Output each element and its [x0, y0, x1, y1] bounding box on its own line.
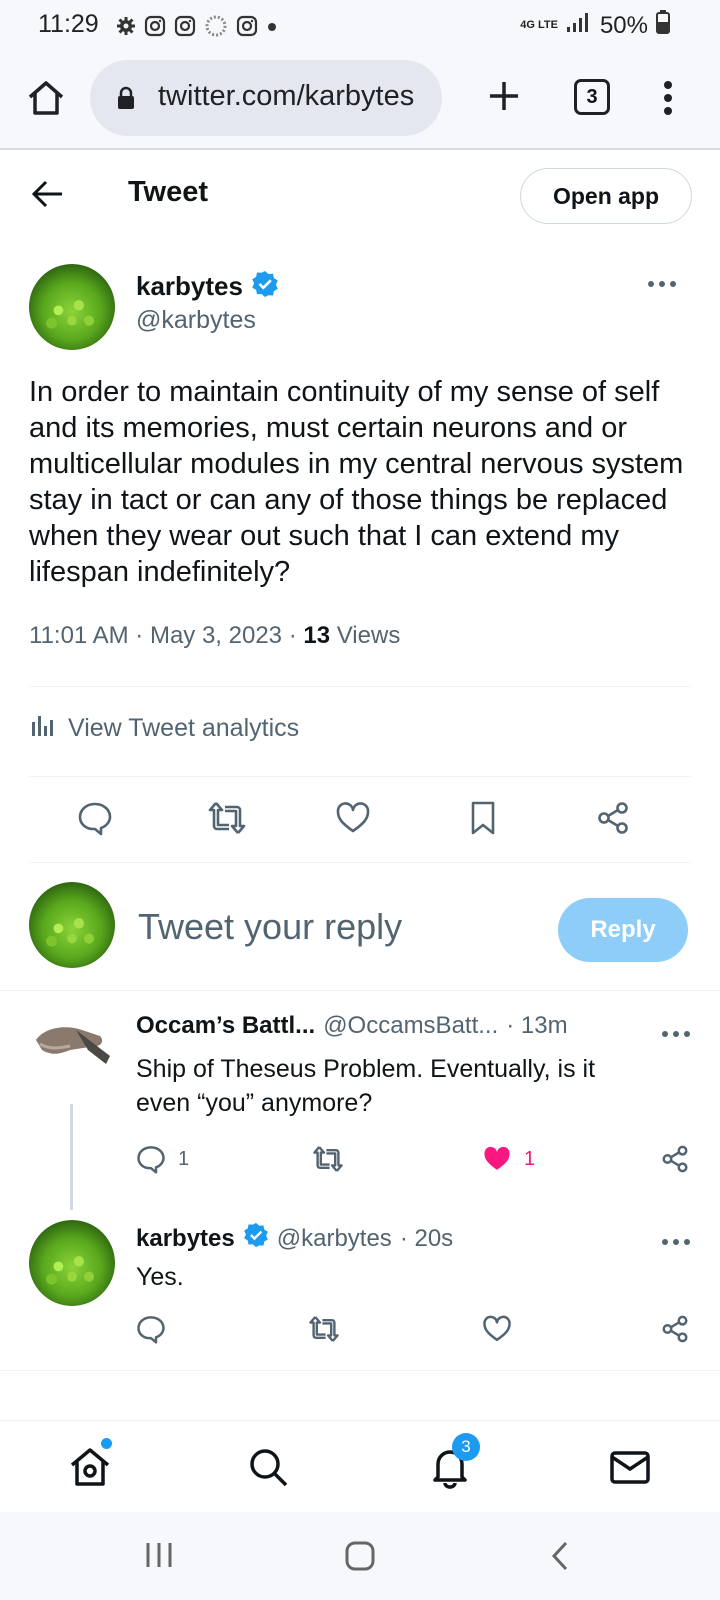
page-title: Tweet	[128, 176, 209, 208]
like-icon[interactable]	[335, 800, 371, 836]
status-time: 11:29	[38, 10, 99, 38]
tweet-timestamp[interactable]: 11:01 AM · May 3, 2023 ·	[29, 622, 303, 649]
reply-icon[interactable]: 1	[136, 1144, 189, 1174]
divider	[0, 1370, 720, 1371]
share-icon[interactable]	[595, 800, 631, 836]
author-name-row[interactable]: karbytes	[136, 270, 279, 303]
reply-icon[interactable]	[136, 1314, 166, 1344]
more-options-icon[interactable]	[661, 1026, 691, 1037]
composer-avatar	[29, 882, 115, 968]
reply-text: Ship of Theseus Problem. Eventually, is …	[136, 1055, 596, 1117]
lock-icon	[116, 86, 136, 115]
new-tab-icon[interactable]	[484, 76, 524, 116]
instagram-icon	[174, 15, 196, 42]
reply-avatar-karbytes[interactable]	[29, 1220, 115, 1306]
retweet-icon[interactable]	[308, 1314, 340, 1344]
browser-toolbar: twitter.com/karbytes 3	[0, 52, 720, 150]
instagram-icon	[236, 15, 258, 42]
views-count: 13	[303, 622, 331, 649]
messages-mail-icon[interactable]	[608, 1445, 652, 1489]
browser-home-icon[interactable]	[26, 78, 66, 118]
divider	[29, 776, 691, 777]
gear-icon	[116, 16, 136, 41]
analytics-icon	[30, 712, 56, 745]
thread-line	[70, 1104, 73, 1210]
battery-icon	[656, 10, 670, 41]
browser-menu-icon[interactable]	[660, 78, 676, 118]
back-arrow-icon[interactable]	[30, 176, 66, 212]
retweet-icon[interactable]	[312, 1144, 344, 1174]
home-unread-dot	[101, 1438, 112, 1449]
reply-author-name[interactable]: karbytes	[136, 1225, 235, 1253]
verified-badge-icon	[251, 270, 279, 303]
liked-heart-icon[interactable]: 1	[482, 1144, 535, 1174]
notification-badge: 3	[452, 1433, 480, 1461]
reply-avatar-occam[interactable]	[30, 1010, 116, 1096]
reply-actions: 1 1	[136, 1144, 692, 1180]
reply-author-handle[interactable]: @OccamsBatt...	[323, 1012, 498, 1040]
dot-icon	[266, 20, 278, 38]
tab-switcher-button[interactable]: 3	[574, 79, 610, 115]
recent-apps-icon[interactable]	[144, 1540, 174, 1575]
more-options-icon[interactable]	[661, 1234, 691, 1245]
reply-text: Yes.	[136, 1263, 184, 1291]
system-nav-bar	[0, 1512, 720, 1600]
tweet-meta: 11:01 AM · May 3, 2023 · 13 Views	[29, 622, 400, 650]
system-home-icon[interactable]	[344, 1540, 376, 1577]
battery-level: 50%	[599, 11, 648, 39]
verified-badge-icon	[243, 1222, 269, 1255]
status-right: 4G LTE 50%	[520, 10, 670, 41]
reply-icon[interactable]	[77, 800, 113, 836]
reply-time[interactable]: · 20s	[400, 1225, 453, 1253]
url-text[interactable]: twitter.com/karbytes	[158, 80, 414, 113]
search-icon[interactable]	[246, 1445, 290, 1489]
notification-icons	[116, 14, 278, 43]
divider	[0, 990, 720, 991]
page-header: Tweet Open app	[0, 150, 720, 240]
like-icon[interactable]	[482, 1314, 512, 1344]
bottom-nav: 3	[0, 1420, 720, 1512]
reply-count: 1	[178, 1147, 190, 1170]
divider	[29, 686, 691, 687]
open-app-button[interactable]: Open app	[520, 168, 692, 224]
status-bar: 11:29 4G LTE 50%	[0, 0, 720, 52]
views-label: Views	[330, 622, 401, 649]
divider	[29, 862, 691, 863]
view-analytics-link[interactable]: View Tweet analytics	[30, 712, 299, 745]
loading-icon	[204, 14, 228, 43]
reply-header: Occam’s Battl... @OccamsBatt... · 13m	[136, 1012, 568, 1040]
analytics-label[interactable]: View Tweet analytics	[68, 714, 299, 743]
reply-author-name[interactable]: Occam’s Battl...	[136, 1012, 315, 1040]
reply-input[interactable]: Tweet your reply	[138, 906, 402, 948]
author-handle[interactable]: @karbytes	[136, 306, 256, 335]
system-back-icon[interactable]	[550, 1540, 570, 1577]
instagram-icon	[144, 15, 166, 42]
signal-icon	[566, 11, 592, 40]
share-icon[interactable]	[660, 1144, 690, 1174]
author-name[interactable]: karbytes	[136, 271, 243, 302]
more-options-icon[interactable]	[647, 276, 677, 287]
reply-actions	[136, 1314, 692, 1350]
author-avatar[interactable]	[29, 264, 115, 350]
address-bar[interactable]: twitter.com/karbytes	[90, 60, 442, 136]
share-icon[interactable]	[660, 1314, 690, 1344]
like-count: 1	[524, 1147, 536, 1170]
network-icon: 4G LTE	[520, 19, 558, 31]
bookmark-icon[interactable]	[465, 800, 501, 836]
reply-author-handle[interactable]: @karbytes	[277, 1225, 392, 1253]
retweet-icon[interactable]	[207, 800, 246, 836]
reply-time[interactable]: · 13m	[506, 1012, 567, 1040]
reply-header: karbytes @karbytes · 20s	[136, 1222, 453, 1255]
tweet-text: In order to maintain continuity of my se…	[29, 376, 684, 588]
reply-button[interactable]: Reply	[558, 898, 688, 962]
tweet-actions	[29, 796, 691, 844]
home-icon[interactable]	[68, 1445, 112, 1489]
